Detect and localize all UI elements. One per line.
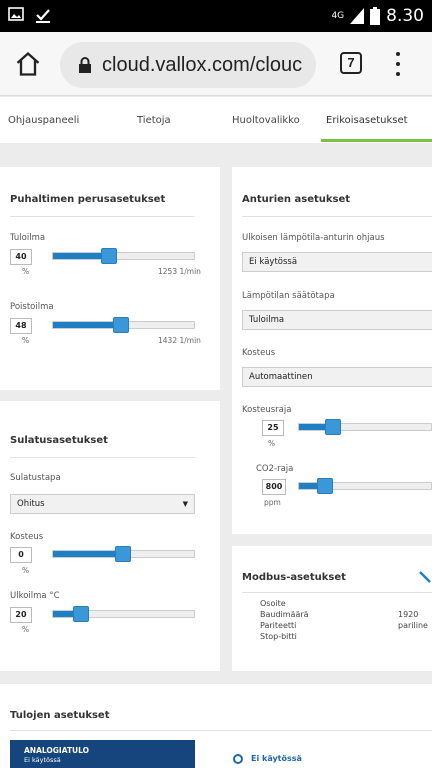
slider-fill <box>53 551 124 557</box>
supply-flow: 1253 1/min <box>158 267 201 276</box>
chevron-down-icon: ▼ <box>182 500 188 508</box>
slider-handle[interactable] <box>317 478 333 494</box>
defrost-outdoor-value[interactable]: 20 <box>10 607 32 623</box>
defrost-humidity-label: Kosteus <box>10 532 44 542</box>
select-value: Ei käytössä <box>249 257 298 267</box>
defrost-humidity-value[interactable]: 0 <box>10 547 32 563</box>
humidity-mode-select[interactable]: Automaattinen <box>242 367 432 387</box>
exhaust-slider[interactable] <box>52 317 195 333</box>
slider-handle[interactable] <box>325 419 341 435</box>
tab-huoltovalikko[interactable]: Huoltovalikko <box>232 115 300 126</box>
modbus-row-label: Baudimäärä <box>260 610 309 619</box>
sensor-settings-card: Anturien asetukset Ulkoisen lämpötila-an… <box>232 167 432 534</box>
temp-control-select[interactable]: Tuloilma <box>242 310 432 330</box>
fan-settings-card: Puhaltimen perusasetukset Tuloilma 40 % … <box>0 167 220 390</box>
slider-fill <box>53 322 121 328</box>
analog-input-tile[interactable]: ANALOGIATULO Ei käytössä <box>10 740 195 768</box>
select-value: Tuloilma <box>249 315 285 325</box>
card-title: Modbus-asetukset <box>242 572 346 583</box>
card-title: Sulatusasetukset <box>10 435 108 446</box>
modbus-row-value: pariline <box>398 621 428 630</box>
tab-switcher-button[interactable]: 7 <box>340 52 362 74</box>
signal-icon <box>350 8 365 24</box>
co2-limit-slider[interactable] <box>298 478 432 494</box>
url-text: cloud.vallox.com/clouc <box>102 53 303 76</box>
input-radio-label: Ei käytössä <box>251 754 302 763</box>
defrost-method-label: Sulatustapa <box>10 473 61 483</box>
card-title: Puhaltimen perusasetukset <box>10 194 166 205</box>
exhaust-value[interactable]: 48 <box>10 318 32 334</box>
modbus-row-label: Osoite <box>260 599 286 608</box>
temp-control-label: Lämpötilan säätötapa <box>242 291 335 301</box>
modbus-row-label: Pariteetti <box>260 621 297 630</box>
defrost-outdoor-label: Ulkoilma °C <box>10 591 60 601</box>
page-content: Puhaltimen perusasetukset Tuloilma 40 % … <box>0 143 432 768</box>
outdoor-sensor-select[interactable]: Ei käytössä <box>242 252 432 272</box>
exhaust-flow: 1432 1/min <box>158 336 201 345</box>
input-radio[interactable] <box>233 754 243 764</box>
defrost-method-select[interactable]: Ohitus ▼ <box>10 494 195 514</box>
modbus-row-value: 1920 <box>398 610 419 619</box>
tab-erikoisasetukset[interactable]: Erikoisasetukset <box>326 115 408 126</box>
select-value: Automaattinen <box>249 372 313 382</box>
slider-handle[interactable] <box>115 546 131 562</box>
slider-handle[interactable] <box>112 317 129 333</box>
unit: ppm <box>264 498 281 507</box>
supply-label: Tuloilma <box>10 233 46 243</box>
unit: % <box>22 336 30 345</box>
unit: % <box>22 625 30 634</box>
inputs-settings-card: Tulojen asetukset ANALOGIATULO Ei käytös… <box>0 684 432 768</box>
active-tab-indicator <box>321 139 432 142</box>
download-done-icon <box>36 9 50 23</box>
slider-handle[interactable] <box>73 606 89 622</box>
supply-value[interactable]: 40 <box>10 249 32 265</box>
battery-icon <box>370 7 381 25</box>
humidity-limit-value[interactable]: 25 <box>262 420 284 436</box>
settings-tabs: Ohjauspaneeli Tietoja Huoltovalikko Erik… <box>0 97 432 143</box>
clock: 8.30 <box>386 6 424 26</box>
tab-tietoja[interactable]: Tietoja <box>137 115 171 126</box>
edit-icon[interactable] <box>418 570 432 584</box>
tab-ohjauspaneeli[interactable]: Ohjauspaneeli <box>8 115 79 126</box>
unit: % <box>268 439 276 448</box>
image-icon <box>8 7 24 21</box>
card-title: Anturien asetukset <box>242 194 351 205</box>
card-title: Tulojen asetukset <box>10 710 110 721</box>
lock-icon <box>79 57 91 73</box>
select-value: Ohitus <box>17 499 45 509</box>
defrost-humidity-slider[interactable] <box>52 546 195 562</box>
more-menu-icon[interactable] <box>392 52 404 76</box>
humidity-limit-label: Kosteusraja <box>242 405 292 415</box>
browser-toolbar: cloud.vallox.com/clouc 7 <box>0 32 432 96</box>
status-bar: 4G 8.30 <box>0 0 432 32</box>
humidity-limit-slider[interactable] <box>298 419 432 435</box>
co2-limit-value[interactable]: 800 <box>262 479 286 495</box>
modbus-settings-card: Modbus-asetukset Osoite Baudimäärä 1920 … <box>232 546 432 671</box>
modbus-row-label: Stop-bitti <box>260 632 297 641</box>
home-icon[interactable] <box>14 50 42 78</box>
defrost-settings-card: Sulatusasetukset Sulatustapa Ohitus ▼ Ko… <box>0 401 220 671</box>
humidity-mode-label: Kosteus <box>242 348 276 358</box>
supply-slider[interactable] <box>52 248 195 264</box>
analog-input-status: Ei käytössä <box>24 756 61 764</box>
slider-handle[interactable] <box>101 248 118 264</box>
outdoor-sensor-label: Ulkoisen lämpötila-anturin ohjaus <box>242 233 385 243</box>
unit: % <box>22 566 30 575</box>
analog-input-title: ANALOGIATULO <box>24 746 90 755</box>
exhaust-label: Poistoilma <box>10 302 54 312</box>
address-bar[interactable]: cloud.vallox.com/clouc <box>60 42 316 88</box>
signal-label: 4G <box>331 11 345 21</box>
defrost-outdoor-slider[interactable] <box>52 606 195 622</box>
unit: % <box>22 267 30 276</box>
co2-limit-label: CO2-raja <box>256 464 294 474</box>
